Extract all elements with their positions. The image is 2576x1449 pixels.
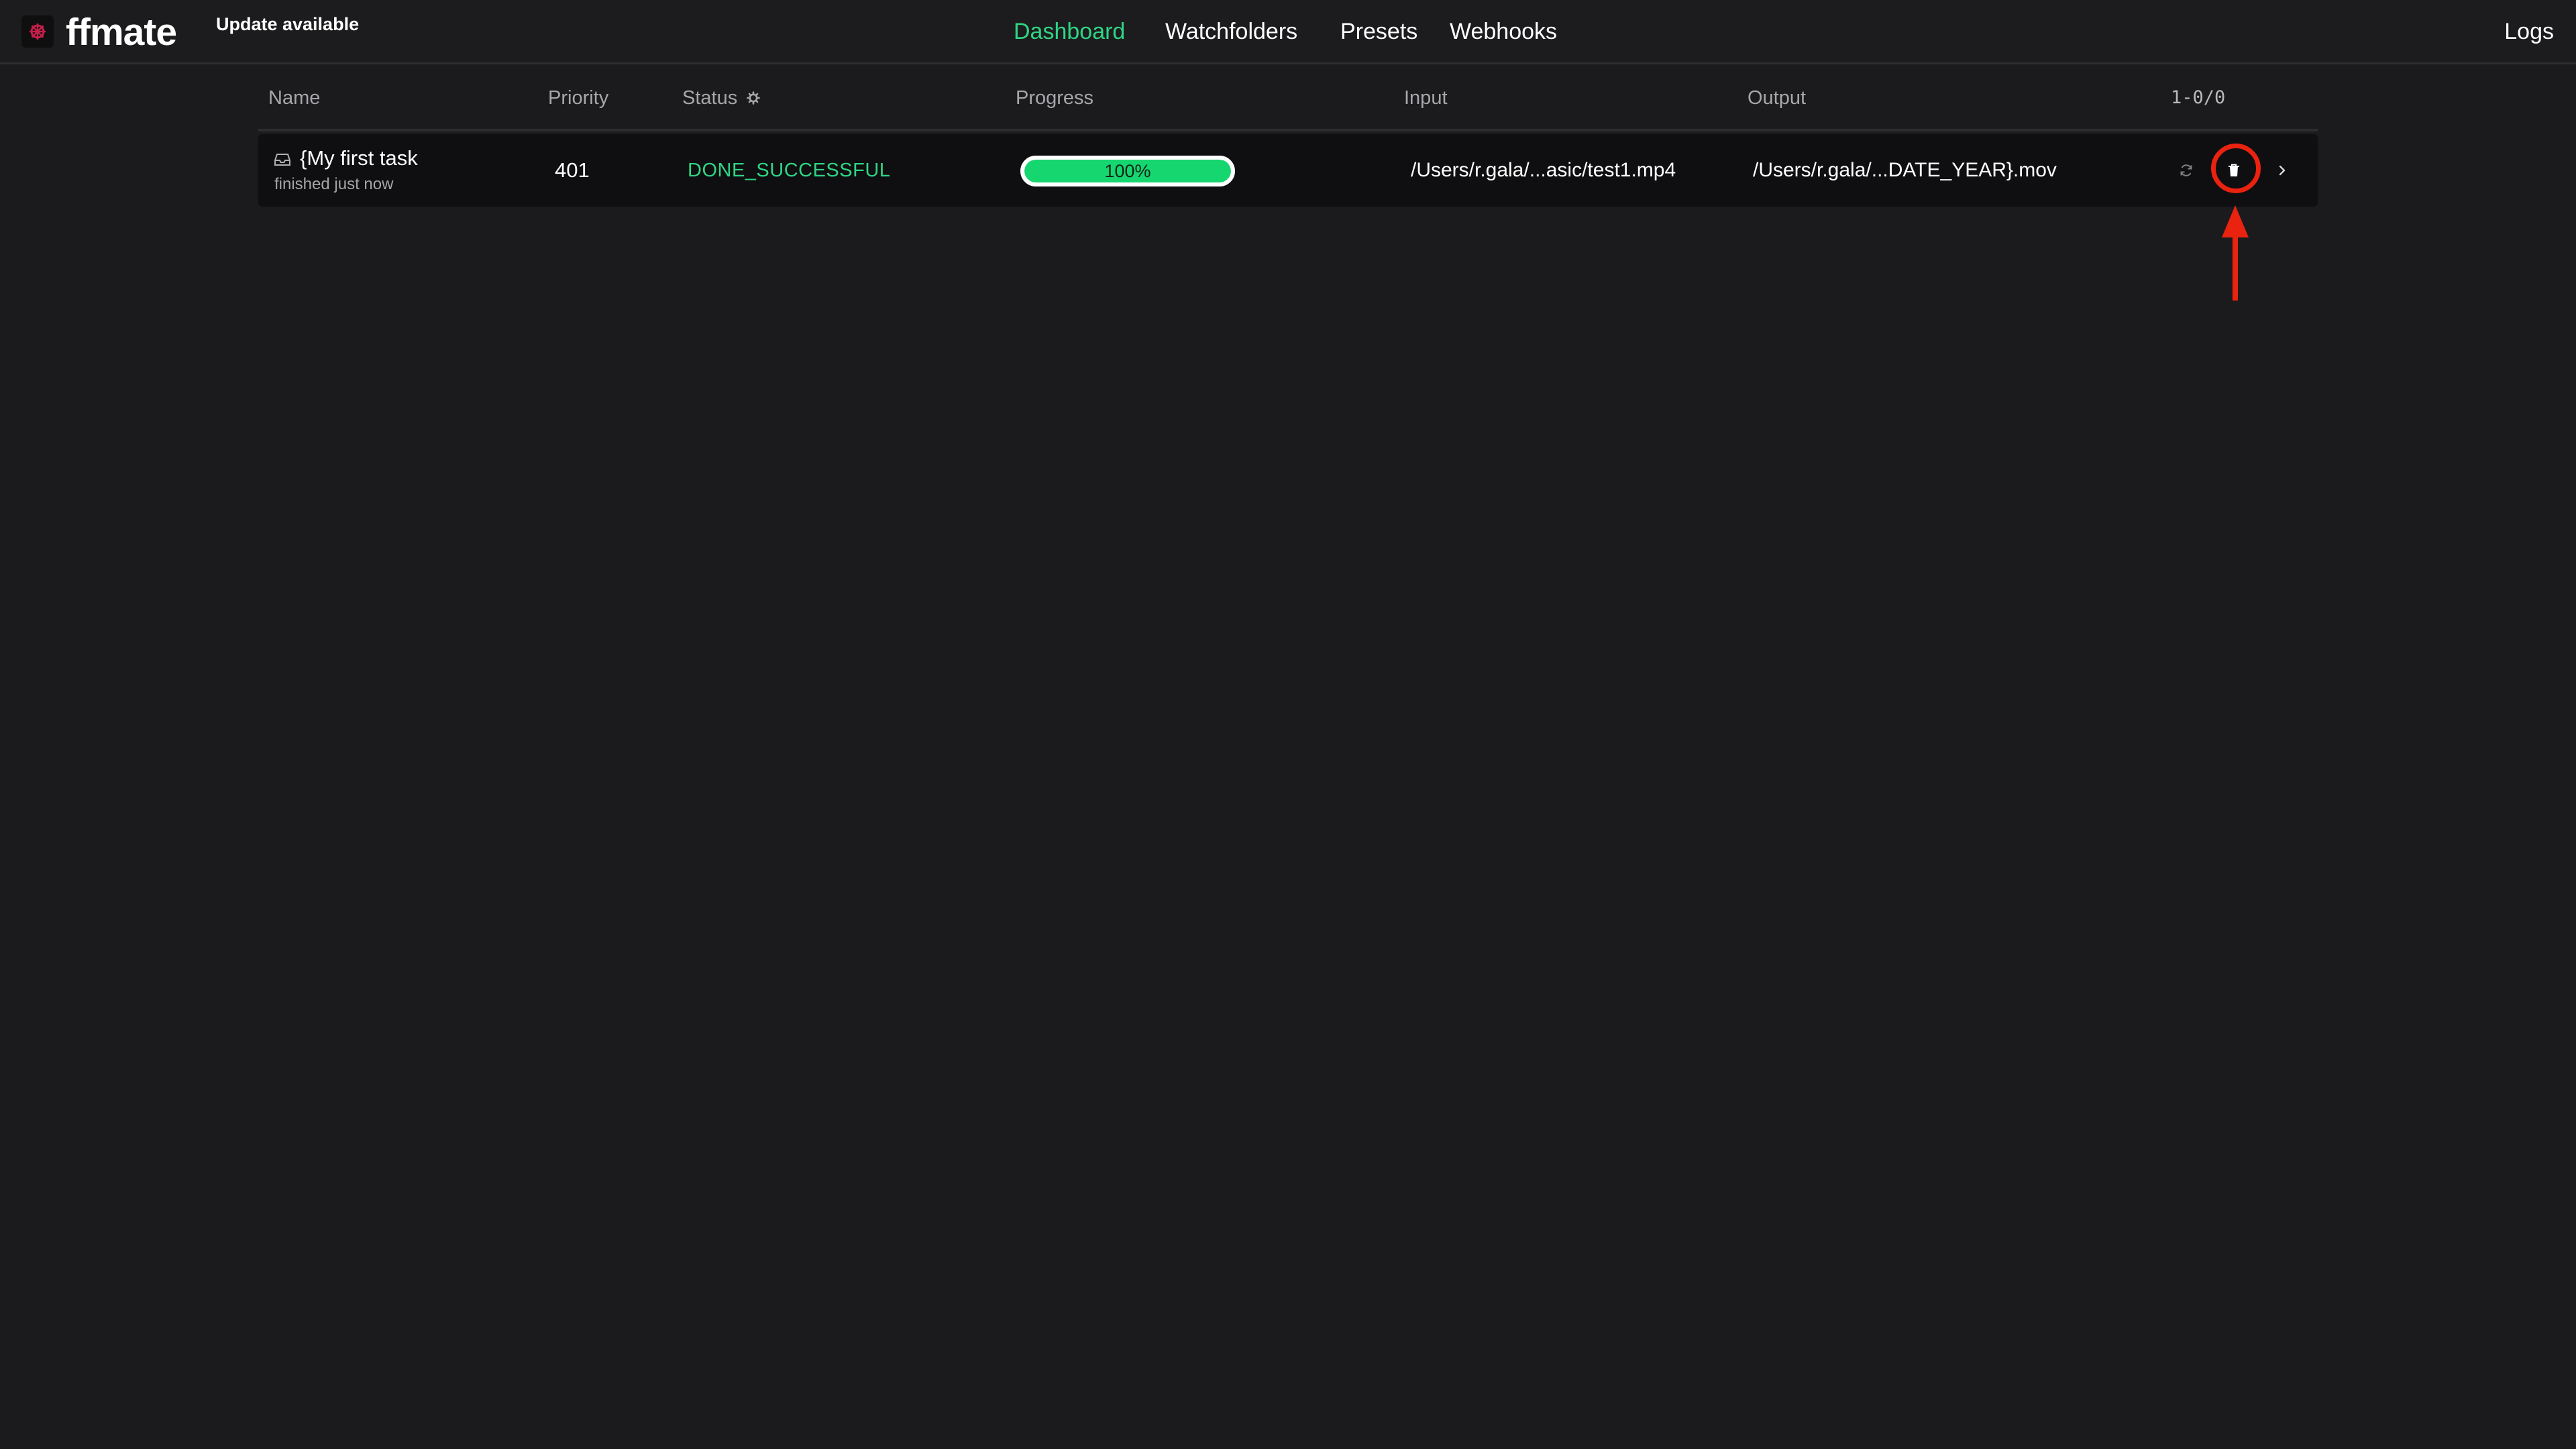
task-name: {My first task: [300, 146, 418, 170]
column-status[interactable]: Status: [682, 85, 761, 112]
task-output-path: /Users/r.gala/...DATE_YEAR}.mov: [1753, 159, 2057, 181]
nav-watchfolders[interactable]: Watchfolders: [1165, 17, 1297, 46]
open-task-button[interactable]: [2269, 157, 2296, 184]
gear-icon[interactable]: [747, 85, 761, 112]
status-badge: DONE_SUCCESSFUL: [688, 160, 891, 181]
inbox-icon: [274, 152, 290, 170]
progress-label: 100%: [1104, 160, 1151, 181]
tasks-table: Name Priority Status Progress Input Outp…: [258, 80, 2318, 207]
table-header: Name Priority Status Progress Input Outp…: [258, 80, 2318, 131]
nav-presets[interactable]: Presets: [1340, 17, 1417, 46]
nav-webhooks[interactable]: Webhooks: [1450, 17, 1557, 46]
pagination-count: 1-0/0: [2171, 87, 2226, 108]
retry-button[interactable]: [2173, 157, 2200, 184]
nav-logs[interactable]: Logs: [2504, 17, 2554, 46]
column-progress[interactable]: Progress: [1016, 85, 1093, 111]
column-name[interactable]: Name: [268, 85, 320, 111]
task-priority: 401: [555, 158, 590, 182]
annotation-circle: [2211, 144, 2261, 193]
column-input[interactable]: Input: [1404, 85, 1448, 111]
task-input-path: /Users/r.gala/...asic/test1.mp4: [1411, 159, 1676, 181]
column-status-label: Status: [682, 87, 738, 109]
app-root: ffmate Update available Dashboard Watchf…: [0, 0, 2576, 1449]
nav-dashboard[interactable]: Dashboard: [1014, 17, 1125, 46]
column-priority[interactable]: Priority: [548, 85, 608, 111]
chevron-right-icon: [2279, 165, 2286, 176]
top-bar: ffmate Update available Dashboard Watchf…: [0, 0, 2576, 64]
annotation-arrow-icon: [2222, 205, 2249, 301]
column-output[interactable]: Output: [1748, 85, 1806, 111]
table-row[interactable]: {My first task finished just now 401 DON…: [258, 134, 2318, 207]
progress-bar: 100%: [1020, 156, 1235, 186]
main-nav: Dashboard Watchfolders Presets Webhooks: [0, 17, 2576, 46]
retry-icon: [2180, 164, 2192, 176]
task-finished-time: finished just now: [274, 175, 394, 193]
